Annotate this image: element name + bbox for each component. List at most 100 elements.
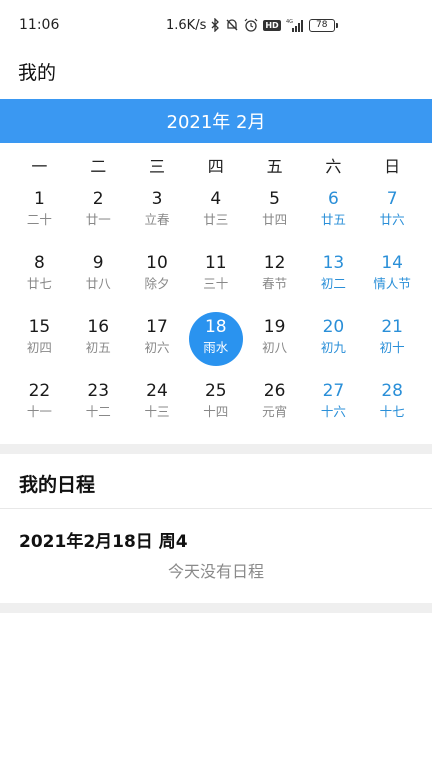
calendar-day[interactable]: 19 初八: [245, 311, 304, 375]
section-divider: [0, 444, 432, 454]
schedule-title: 我的日程: [19, 474, 96, 496]
calendar-day[interactable]: 9 廿八: [69, 247, 128, 311]
weekday-label: 一: [31, 157, 48, 176]
day-number: 7: [386, 189, 398, 209]
calendar-day-selected[interactable]: 18 雨水: [186, 311, 245, 375]
calendar-day[interactable]: 5 廿四: [245, 183, 304, 247]
mute-bell-icon: [225, 18, 239, 32]
calendar-day[interactable]: 12 春节: [245, 247, 304, 311]
calendar-week-row: 1 二十 2 廿一 3 立春 4 廿三 5 廿四 6 廿五 7 廿六: [10, 183, 423, 247]
month-label: 2021年 2月: [166, 112, 266, 133]
lunar-date: 廿六: [379, 212, 405, 227]
status-icons: 1.6K/s HD 4G 78: [166, 16, 338, 34]
calendar-day[interactable]: 28 十七: [363, 375, 422, 439]
lunar-date: 初六: [144, 340, 170, 355]
lunar-date: 十四: [203, 404, 229, 419]
calendar-day[interactable]: 21 初十: [363, 311, 422, 375]
calendar-day[interactable]: 7 廿六: [363, 183, 422, 247]
battery-icon: 78: [308, 18, 338, 32]
day-number: 13: [322, 253, 345, 273]
calendar-day[interactable]: 1 二十: [10, 183, 69, 247]
calendar-day[interactable]: 2 廿一: [69, 183, 128, 247]
calendar-grid: 1 二十 2 廿一 3 立春 4 廿三 5 廿四 6 廿五 7 廿六 8 廿七 9 廿八 10 除夕 11 三十 12 春节 1…: [10, 183, 423, 439]
calendar-week-row: 15 初四 16 初五 17 初六 18 雨水 19 初八 20 初九 21 初十: [10, 311, 423, 375]
lunar-date: 二十: [26, 212, 52, 227]
calendar-day[interactable]: 8 廿七: [10, 247, 69, 311]
lunar-date: 初四: [26, 340, 52, 355]
day-number: 16: [87, 317, 110, 337]
bluetooth-icon: [211, 18, 220, 32]
calendar-day[interactable]: 26 元宵: [245, 375, 304, 439]
day-number: 27: [322, 381, 345, 401]
lunar-date: 十六: [320, 404, 346, 419]
status-time: 11:06: [19, 17, 60, 33]
day-number: 25: [204, 381, 227, 401]
lunar-date: 廿三: [203, 212, 229, 227]
day-number: 18: [204, 317, 227, 337]
day-number: 15: [28, 317, 51, 337]
lunar-date: 廿八: [85, 276, 111, 291]
calendar-day[interactable]: 6 廿五: [304, 183, 363, 247]
day-number: 10: [146, 253, 168, 273]
lunar-date: 初十: [379, 340, 405, 355]
calendar-day[interactable]: 22 十一: [10, 375, 69, 439]
calendar-month-header[interactable]: 2021年 2月: [0, 99, 432, 143]
calendar-day[interactable]: 15 初四: [10, 311, 69, 375]
calendar-day[interactable]: 17 初六: [128, 311, 187, 375]
weekday-label: 四: [207, 157, 224, 176]
lunar-date: 除夕: [144, 276, 170, 291]
schedule-divider: [0, 508, 432, 509]
selected-date: 2021年2月18日 周4: [19, 532, 188, 552]
calendar-week-row: 22 十一 23 十二 24 十三 25 十四 26 元宵 27 十六 28 十七: [10, 375, 423, 439]
calendar-day[interactable]: 11 三十: [186, 247, 245, 311]
empty-schedule-message: 今天没有日程: [167, 562, 264, 581]
day-number: 28: [381, 381, 403, 401]
lunar-date: 廿一: [85, 212, 111, 227]
day-number: 14: [381, 253, 403, 273]
day-number: 23: [87, 381, 110, 401]
day-number: 1: [33, 189, 45, 209]
calendar-week-row: 8 廿七 9 廿八 10 除夕 11 三十 12 春节 13 初二 14 情人节: [10, 247, 423, 311]
weekday-header: 一二三四五六日: [0, 153, 423, 179]
day-number: 17: [146, 317, 168, 337]
lunar-date: 初八: [262, 340, 288, 355]
calendar-day[interactable]: 10 除夕: [128, 247, 187, 311]
weekday-label: 二: [90, 157, 107, 176]
lunar-date: 廿七: [26, 276, 52, 291]
battery-level: 78: [315, 20, 328, 30]
lunar-date: 十一: [26, 404, 52, 419]
lunar-date: 廿五: [320, 212, 346, 227]
day-number: 22: [28, 381, 51, 401]
network-type-label: 4G: [286, 19, 293, 25]
day-number: 8: [33, 253, 45, 273]
lunar-date: 廿四: [262, 212, 288, 227]
lunar-date: 十三: [144, 404, 170, 419]
bottom-divider: [0, 603, 432, 613]
lunar-date: 初五: [85, 340, 111, 355]
lunar-date: 初二: [320, 276, 346, 291]
calendar-day[interactable]: 20 初九: [304, 311, 363, 375]
day-number: 19: [263, 317, 286, 337]
day-number: 11: [204, 253, 227, 273]
lunar-date: 三十: [203, 276, 229, 291]
calendar-day[interactable]: 4 廿三: [186, 183, 245, 247]
calendar-day[interactable]: 24 十三: [128, 375, 187, 439]
calendar-day[interactable]: 3 立春: [128, 183, 187, 247]
calendar-day[interactable]: 27 十六: [304, 375, 363, 439]
calendar-day[interactable]: 16 初五: [69, 311, 128, 375]
lunar-date: 立春: [144, 212, 170, 227]
calendar-day[interactable]: 14 情人节: [363, 247, 422, 311]
page-title: 我的: [18, 62, 57, 84]
hd-icon: HD: [263, 19, 281, 31]
calendar-day[interactable]: 25 十四: [186, 375, 245, 439]
signal-icon: 4G: [286, 18, 304, 32]
lunar-date: 元宵: [262, 404, 288, 419]
lunar-date: 十七: [379, 404, 405, 419]
calendar-day[interactable]: 13 初二: [304, 247, 363, 311]
day-number: 20: [322, 317, 345, 337]
lunar-date: 春节: [262, 276, 288, 291]
day-number: 3: [151, 189, 163, 209]
day-number: 24: [146, 381, 168, 401]
calendar-day[interactable]: 23 十二: [69, 375, 128, 439]
day-number: 21: [381, 317, 403, 337]
